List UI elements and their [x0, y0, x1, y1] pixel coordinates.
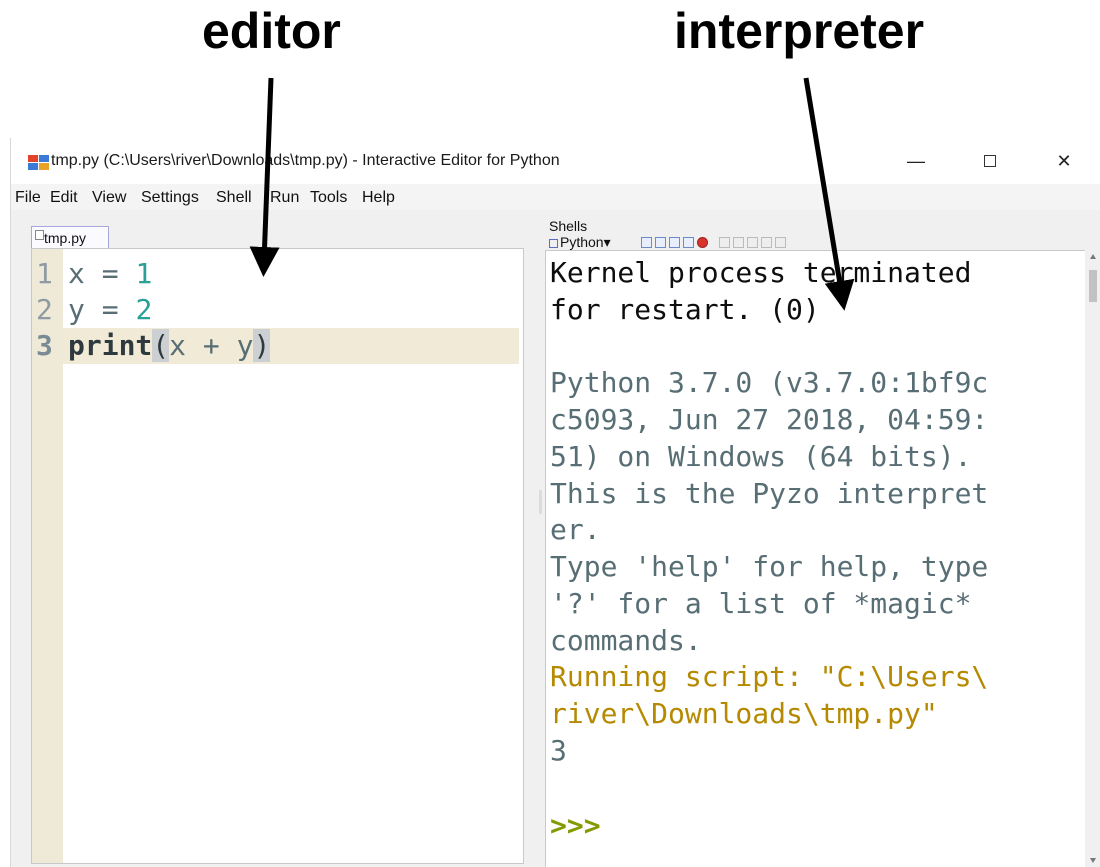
- app-icon: [28, 155, 49, 171]
- shell-output-line: '?' for a list of *magic*: [550, 587, 972, 620]
- shell-output-line: c5093, Jun 27 2018, 04:59:: [550, 403, 989, 436]
- code-token: 1: [135, 257, 153, 290]
- scroll-up-icon[interactable]: [1090, 254, 1096, 259]
- code-line[interactable]: y = 2: [68, 292, 152, 328]
- scroll-down-icon[interactable]: [1090, 858, 1096, 863]
- code-token: ): [253, 329, 271, 362]
- shell-output-line: for restart. (0): [550, 293, 820, 326]
- shell-tool-icon[interactable]: [775, 237, 786, 248]
- file-icon: [35, 230, 44, 240]
- app-window: tmp.py (C:\Users\river\Downloads\tmp.py)…: [10, 138, 1100, 867]
- code-line[interactable]: x = 1: [68, 256, 152, 292]
- shell-output-line: river\Downloads\tmp.py": [550, 697, 938, 730]
- shell-tool-icon[interactable]: [669, 237, 680, 248]
- shell-tab-python[interactable]: Python▾: [549, 234, 611, 251]
- code-token: =: [84, 293, 136, 326]
- menu-file[interactable]: File: [15, 189, 41, 207]
- shell-output-line: er.: [550, 513, 601, 546]
- code-token: x + y: [169, 329, 254, 362]
- code-token: (: [152, 329, 170, 362]
- menu-settings[interactable]: Settings: [141, 189, 199, 207]
- shell-tab-icon: [549, 238, 558, 248]
- code-editor[interactable]: 1 x = 1 2 y = 2 3 print(x + y): [31, 248, 524, 864]
- window-title: tmp.py (C:\Users\river\Downloads\tmp.py)…: [51, 152, 560, 169]
- shell-scrollbar[interactable]: [1085, 250, 1100, 867]
- shell-output-line: Running script: "C:\Users\: [550, 660, 989, 693]
- pane-splitter[interactable]: [537, 210, 545, 867]
- maximize-button[interactable]: [967, 146, 1013, 176]
- line-number: 2: [36, 293, 53, 326]
- maximize-icon: [984, 154, 996, 167]
- shell-tool-icon[interactable]: [719, 237, 730, 248]
- menu-run[interactable]: Run: [270, 189, 299, 207]
- scroll-thumb[interactable]: [1089, 270, 1097, 302]
- shells-title: Shells: [549, 218, 588, 234]
- splitter-grip[interactable]: [539, 490, 542, 514]
- shell-tool-icon[interactable]: [641, 237, 652, 248]
- screenshot-page: editor interpreter tmp.py (C:\Users\rive…: [0, 0, 1100, 867]
- shell-tool-icon[interactable]: [761, 237, 772, 248]
- editor-tab-tmp-py[interactable]: tmp.py: [31, 226, 109, 248]
- code-token: =: [84, 257, 136, 290]
- shell-prompt[interactable]: >>>: [550, 807, 601, 844]
- code-token: y: [68, 293, 85, 326]
- shell-tool-icon[interactable]: [655, 237, 666, 248]
- menu-help[interactable]: Help: [362, 189, 395, 207]
- shell-tool-icon[interactable]: [747, 237, 758, 248]
- editor-annotation: editor: [202, 3, 341, 59]
- code-token: print: [68, 329, 153, 362]
- code-token: x: [68, 257, 85, 290]
- minimize-button[interactable]: —: [893, 146, 939, 176]
- code-line[interactable]: print(x + y): [68, 328, 271, 364]
- line-number: 1: [36, 257, 53, 290]
- terminate-icon[interactable]: [697, 237, 708, 248]
- code-token: 2: [135, 293, 153, 326]
- shells-pane: Shells Python▾ Kernel process terminated…: [545, 210, 1100, 867]
- line-number: 3: [36, 329, 53, 362]
- shell-output-line: This is the Pyzo interpret: [550, 477, 989, 510]
- shell-output-line: Kernel process terminated: [550, 256, 972, 289]
- title-bar[interactable]: tmp.py (C:\Users\river\Downloads\tmp.py)…: [11, 138, 1100, 184]
- shell-tool-icon[interactable]: [733, 237, 744, 248]
- menu-bar: File Edit View Settings Shell Run Tools …: [11, 184, 1100, 210]
- menu-edit[interactable]: Edit: [50, 189, 78, 207]
- shell-output-line: 51) on Windows (64 bits).: [550, 440, 972, 473]
- shell-tab-label: Python▾: [560, 234, 611, 250]
- menu-shell[interactable]: Shell: [216, 189, 252, 207]
- close-button[interactable]: ✕: [1041, 146, 1087, 176]
- shell-output-line: commands.: [550, 624, 702, 657]
- menu-tools[interactable]: Tools: [310, 189, 347, 207]
- shell-output-line: Python 3.7.0 (v3.7.0:1bf9c: [550, 366, 989, 399]
- editor-pane: tmp.py 1 x = 1 2 y = 2 3 print(x + y): [11, 210, 537, 867]
- editor-tab-label: tmp.py: [44, 230, 87, 246]
- shell-output-line: 3: [550, 734, 567, 767]
- shell-tool-icon[interactable]: [683, 237, 694, 248]
- interpreter-annotation: interpreter: [674, 3, 925, 59]
- shell-output-line: Type 'help' for help, type: [550, 550, 989, 583]
- interpreter-shell[interactable]: Kernel process terminated for restart. (…: [545, 250, 1086, 867]
- menu-view[interactable]: View: [92, 189, 126, 207]
